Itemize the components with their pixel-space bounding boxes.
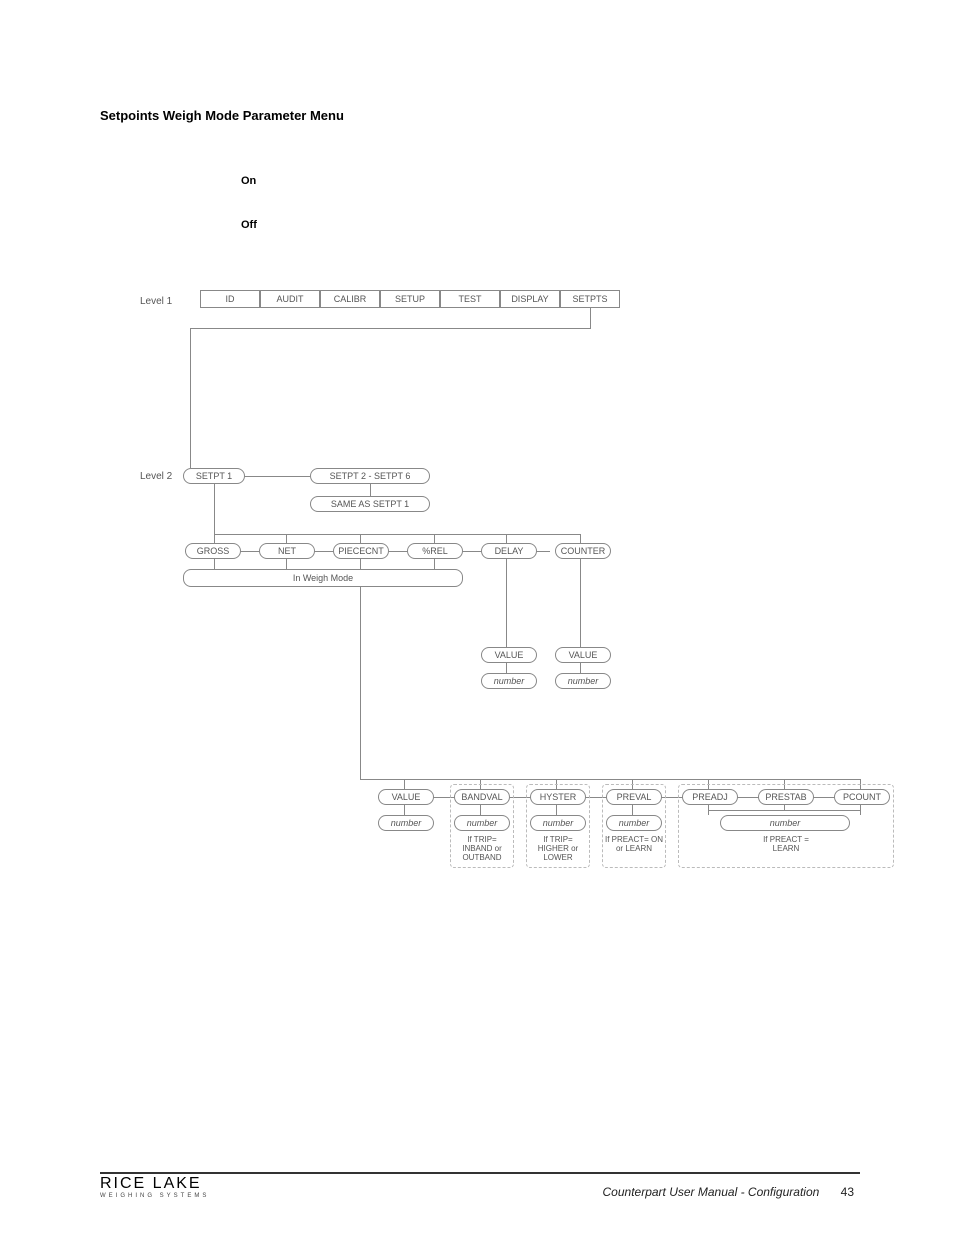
page-number: 43 — [841, 1185, 854, 1199]
node-same-as-setpt1: SAME AS SETPT 1 — [310, 496, 430, 512]
connector-line — [214, 484, 215, 534]
node-gross: GROSS — [185, 543, 241, 559]
menu-display: DISPLAY — [500, 290, 560, 308]
toggle-off: Off — [241, 219, 257, 231]
page-heading: Setpoints Weigh Mode Parameter Menu — [100, 108, 344, 123]
connector-line — [370, 484, 371, 496]
footer-logo: RICE LAKE WEIGHING SYSTEMS — [100, 1175, 209, 1199]
menu-setpts: SETPTS — [560, 290, 620, 308]
node-counter: COUNTER — [555, 543, 611, 559]
connector-line — [404, 779, 405, 789]
level2-label: Level 2 — [140, 471, 172, 482]
node-value-counter: VALUE — [555, 647, 611, 663]
logo-main-text: RICE LAKE — [100, 1175, 209, 1193]
node-number-value: number — [378, 815, 434, 831]
connector-line — [360, 779, 860, 780]
connector-line — [360, 559, 361, 569]
footer-rule — [100, 1172, 860, 1174]
connector-line — [190, 328, 591, 329]
logo-sub-text: WEIGHING SYSTEMS — [100, 1193, 209, 1199]
node-in-weigh-mode: In Weigh Mode — [183, 569, 463, 587]
connector-line — [590, 308, 591, 328]
node-number-counter: number — [555, 673, 611, 689]
node-setpt1: SETPT 1 — [183, 468, 245, 484]
connector-line — [580, 663, 581, 673]
node-net: NET — [259, 543, 315, 559]
node-piececnt: PIECECNT — [333, 543, 389, 559]
node-number-delay: number — [481, 673, 537, 689]
connector-line — [214, 534, 580, 535]
cond-trip-band: If TRIP= INBAND or OUTBAND — [452, 835, 512, 862]
node-value-weigh: VALUE — [378, 789, 434, 805]
node-setpt2-6: SETPT 2 - SETPT 6 — [310, 468, 430, 484]
cond-trip-hl: If TRIP= HIGHER or LOWER — [528, 835, 588, 862]
connector-line — [580, 559, 581, 647]
connector-line — [360, 587, 361, 779]
menu-id: ID — [200, 290, 260, 308]
connector-line — [506, 559, 507, 647]
node-prel: %REL — [407, 543, 463, 559]
group-preact-onlearn — [602, 784, 666, 868]
connector-line — [214, 559, 215, 569]
group-preact-learn — [678, 784, 894, 868]
menu-audit: AUDIT — [260, 290, 320, 308]
connector-line — [434, 559, 435, 569]
connector-line — [404, 805, 405, 815]
connector-line — [190, 328, 191, 468]
connector-line — [286, 559, 287, 569]
toggle-on: On — [241, 175, 256, 187]
connector-line — [506, 663, 507, 673]
footer-text: Counterpart User Manual - Configuration … — [603, 1185, 854, 1199]
cond-preact-onlearn: If PREACT= ON or LEARN — [604, 835, 664, 853]
menu-test: TEST — [440, 290, 500, 308]
node-value-delay: VALUE — [481, 647, 537, 663]
footer-doc-title: Counterpart User Manual - Configuration — [603, 1185, 820, 1199]
menu-calibr: CALIBR — [320, 290, 380, 308]
level1-label: Level 1 — [140, 296, 172, 307]
cond-preact-learn: If PREACT = LEARN — [756, 835, 816, 853]
menu-setup: SETUP — [380, 290, 440, 308]
node-delay: DELAY — [481, 543, 537, 559]
